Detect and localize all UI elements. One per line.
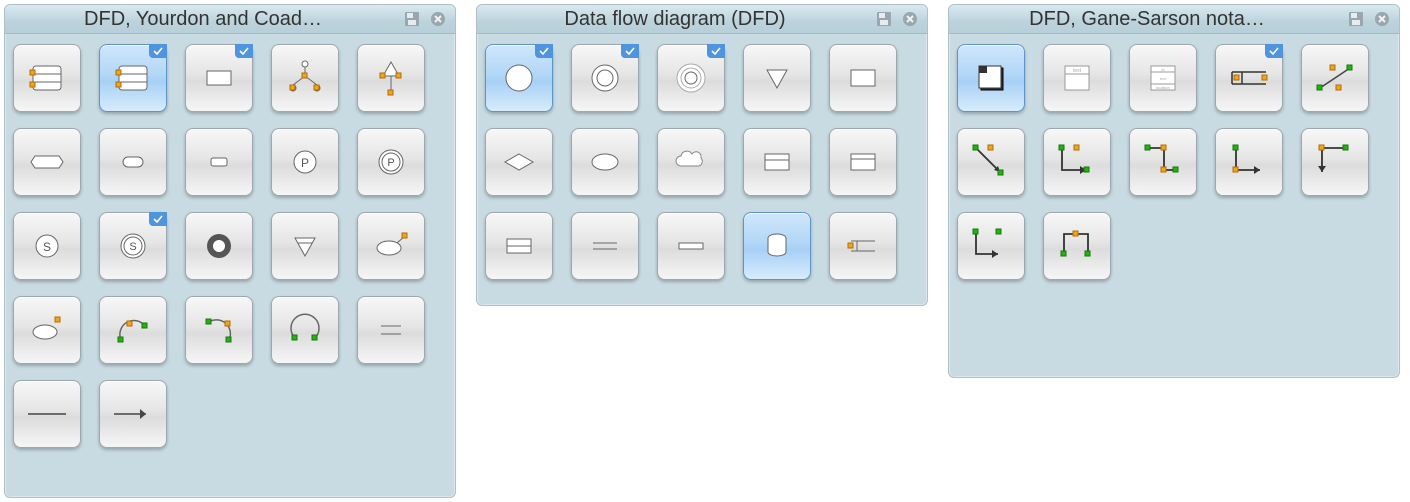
tool-arc-2[interactable] [185, 296, 253, 364]
tool-line-pair[interactable] [357, 296, 425, 364]
svg-text:text: text [1160, 76, 1167, 81]
tool-triangle-down[interactable] [743, 44, 811, 112]
tool-multi-process[interactable] [271, 44, 339, 112]
palette-gane: text id text location [949, 34, 1399, 292]
save-icon[interactable] [1345, 9, 1367, 29]
tool-flow-5[interactable] [1301, 128, 1369, 196]
tool-process-box-sections[interactable]: id text location [1129, 44, 1197, 112]
tool-state-s-bold[interactable]: S [99, 212, 167, 280]
svg-text:S: S [43, 240, 51, 254]
palette-yourdon: P P S S [5, 34, 455, 460]
tool-cloud[interactable] [657, 128, 725, 196]
tool-store-double[interactable] [571, 212, 639, 280]
tool-diamond[interactable] [485, 128, 553, 196]
panel-header: Data flow diagram (DFD) [477, 5, 927, 34]
tool-ellipse-handle-2[interactable] [13, 296, 81, 364]
tool-ellipse[interactable] [571, 128, 639, 196]
tool-panel[interactable] [743, 128, 811, 196]
svg-text:location: location [1156, 85, 1170, 90]
tool-data-store[interactable] [1215, 44, 1283, 112]
save-icon[interactable] [401, 9, 423, 29]
tool-angled-box[interactable] [13, 128, 81, 196]
tool-flow-6[interactable] [957, 212, 1025, 280]
tool-rectangle[interactable] [829, 44, 897, 112]
close-icon[interactable] [427, 9, 449, 29]
close-icon[interactable] [899, 9, 921, 29]
tool-process-circle[interactable] [485, 44, 553, 112]
tool-store-open-right[interactable] [829, 212, 897, 280]
tool-triangle-down[interactable] [271, 212, 339, 280]
panel-gane: DFD, Gane-Sarson nota… text id text locati… [948, 4, 1400, 378]
svg-text:id: id [1161, 67, 1164, 72]
tool-process-box[interactable] [957, 44, 1025, 112]
palette-dfd [477, 34, 927, 292]
tool-rounded-rect-small[interactable] [185, 128, 253, 196]
tool-process-double[interactable] [571, 44, 639, 112]
save-icon[interactable] [873, 9, 895, 29]
svg-text:P: P [301, 156, 309, 170]
tool-external-entity[interactable] [185, 44, 253, 112]
tool-data-store-stack-alt[interactable] [99, 44, 167, 112]
tool-process-p[interactable]: P [271, 128, 339, 196]
panel-header: DFD, Gane-Sarson nota… [949, 5, 1399, 34]
tool-arrow[interactable] [99, 380, 167, 448]
tool-flow-2[interactable] [1043, 128, 1111, 196]
tool-flow-3[interactable] [1129, 128, 1197, 196]
tool-flow-diag[interactable] [1301, 44, 1369, 112]
tool-arc-1[interactable] [99, 296, 167, 364]
panel-title: DFD, Gane-Sarson nota… [959, 8, 1341, 31]
svg-text:P: P [387, 157, 394, 169]
tool-flow-7[interactable] [1043, 212, 1111, 280]
tool-process-tree[interactable] [357, 44, 425, 112]
tool-line[interactable] [13, 380, 81, 448]
panel-dfd: Data flow diagram (DFD) [476, 4, 928, 306]
tool-ellipse-handle[interactable] [357, 212, 425, 280]
tool-ring[interactable] [185, 212, 253, 280]
svg-text:text: text [1073, 68, 1082, 74]
tool-panel-2[interactable] [829, 128, 897, 196]
tool-database[interactable] [743, 212, 811, 280]
tool-rounded-rect[interactable] [99, 128, 167, 196]
tool-flow-4[interactable] [1215, 128, 1283, 196]
tool-process-box-titled[interactable]: text [1043, 44, 1111, 112]
panel-yourdon: DFD, Yourdon and Coad… [4, 4, 456, 498]
tool-flow-1[interactable] [957, 128, 1025, 196]
panel-title: Data flow diagram (DFD) [487, 8, 869, 31]
tool-data-store-stack[interactable] [13, 44, 81, 112]
tool-state-s[interactable]: S [13, 212, 81, 280]
panel-header: DFD, Yourdon and Coad… [5, 5, 455, 34]
tool-process-triple[interactable] [657, 44, 725, 112]
panel-title: DFD, Yourdon and Coad… [15, 8, 397, 31]
tool-arc-3[interactable] [271, 296, 339, 364]
svg-text:S: S [129, 241, 136, 253]
tool-process-p-bold[interactable]: P [357, 128, 425, 196]
tool-store-line[interactable] [657, 212, 725, 280]
close-icon[interactable] [1371, 9, 1393, 29]
tool-store-open[interactable] [485, 212, 553, 280]
